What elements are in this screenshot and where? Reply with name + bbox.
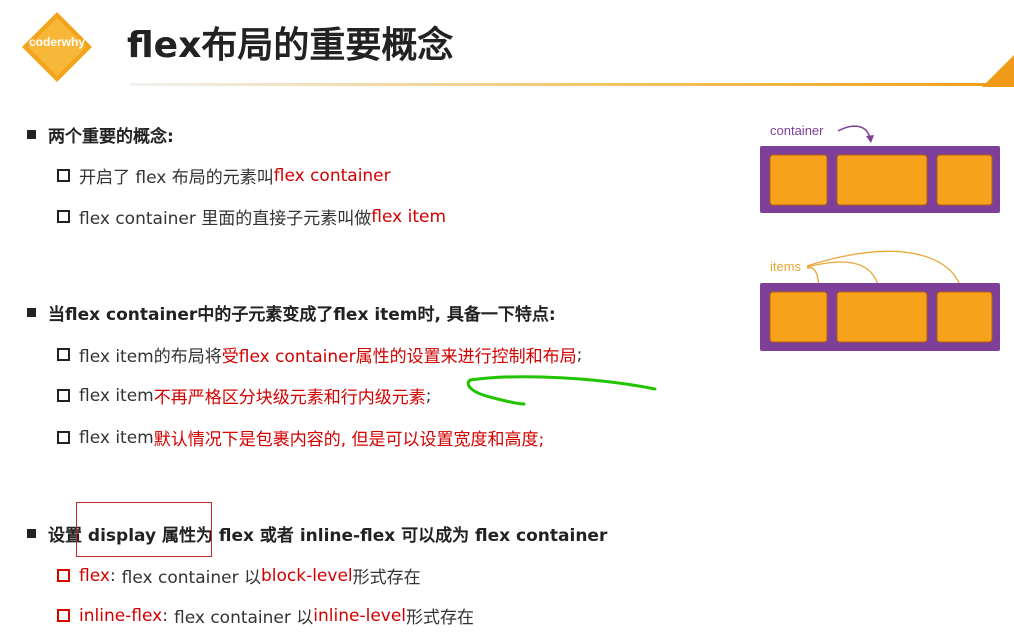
bullet-hollow-square — [57, 431, 70, 444]
bullet-square — [27, 529, 36, 538]
item-suffix: ; — [425, 385, 432, 406]
item-text: flex item的布局将 — [79, 347, 222, 367]
list-item: 开启了 flex 布局的元素叫 flex container — [57, 163, 391, 188]
item-highlight: 不再严格区分块级元素和行内级元素 — [153, 388, 426, 408]
flex-item-box — [936, 154, 993, 206]
list-item: inline-flex : flex container 以 inline-le… — [57, 603, 474, 628]
bullet-hollow-square — [57, 210, 70, 223]
item-highlight: block-level — [260, 565, 353, 586]
list-item: flex container 里面的直接子元素叫做 flex item — [57, 204, 446, 229]
item-text: flex container 以 — [173, 608, 314, 628]
container-arrow-head — [866, 135, 874, 143]
bullet-hollow-square — [57, 389, 70, 402]
item-text: flex item — [79, 385, 154, 406]
flex-item-box — [936, 291, 993, 343]
item-text: 开启了 flex 布局的元素叫 — [79, 168, 274, 188]
list-item: flex item的布局将 受flex container属性的设置来进行控制和… — [57, 342, 582, 367]
item-highlight: inline-level — [313, 605, 407, 626]
item-highlight: flex container — [273, 165, 391, 186]
items-label: items — [770, 259, 802, 274]
container-arrow — [837, 125, 871, 139]
bullet-hollow-square — [57, 169, 70, 182]
bullet-square — [27, 130, 36, 139]
page-title: flex布局的重要概念 — [127, 25, 454, 66]
flex-item-box — [836, 154, 928, 206]
bullet-hollow-square — [57, 569, 70, 582]
annotation-box — [76, 502, 212, 557]
corner-decoration — [982, 55, 1014, 87]
flex-item-box — [836, 291, 928, 343]
section-heading-features: 当flex container中的子元素变成了flex item时, 具备一下特… — [27, 300, 556, 325]
item-colon: : — [109, 565, 116, 586]
item-highlight: flex item — [371, 206, 447, 227]
items-arrow — [806, 250, 962, 289]
flex-item-box — [769, 154, 828, 206]
item-text: flex item — [79, 427, 154, 448]
logo-text: coderwhy — [28, 35, 85, 49]
item-term: flex — [79, 565, 110, 586]
bullet-hollow-square — [57, 348, 70, 361]
bullet-hollow-square — [57, 609, 70, 622]
list-item: flex : flex container 以 block-level 形式存在 — [57, 563, 421, 588]
list-item: flex item 不再严格区分块级元素和行内级元素 ; — [57, 383, 431, 408]
item-term: inline-flex — [79, 605, 163, 626]
container-label: container — [770, 123, 824, 138]
flex-item-box — [769, 291, 828, 343]
bullet-square — [27, 308, 36, 317]
item-colon: : — [162, 605, 168, 626]
item-text: flex container 以 — [121, 568, 261, 588]
section-heading-concepts: 两个重要的概念: — [27, 122, 174, 147]
item-suffix: 形式存在 — [406, 608, 475, 628]
item-text: flex container 里面的直接子元素叫做 — [79, 209, 372, 229]
item-highlight: 受flex container属性的设置来进行控制和布局 — [221, 347, 577, 367]
item-highlight: 默认情况下是包裹内容的 — [153, 430, 341, 450]
item-suffix: ; — [576, 344, 583, 365]
flex-diagram: container items — [760, 123, 1000, 351]
title-underline — [130, 83, 990, 86]
item-suffix: 形式存在 — [352, 568, 421, 588]
item-suffix: , 但是可以设置宽度和高度; — [340, 430, 545, 450]
heading-text: 两个重要的概念: — [48, 127, 174, 147]
list-item: flex item 默认情况下是包裹内容的 , 但是可以设置宽度和高度; — [57, 425, 544, 450]
heading-text: 当flex container中的子元素变成了flex item时, 具备一下特… — [48, 305, 556, 325]
